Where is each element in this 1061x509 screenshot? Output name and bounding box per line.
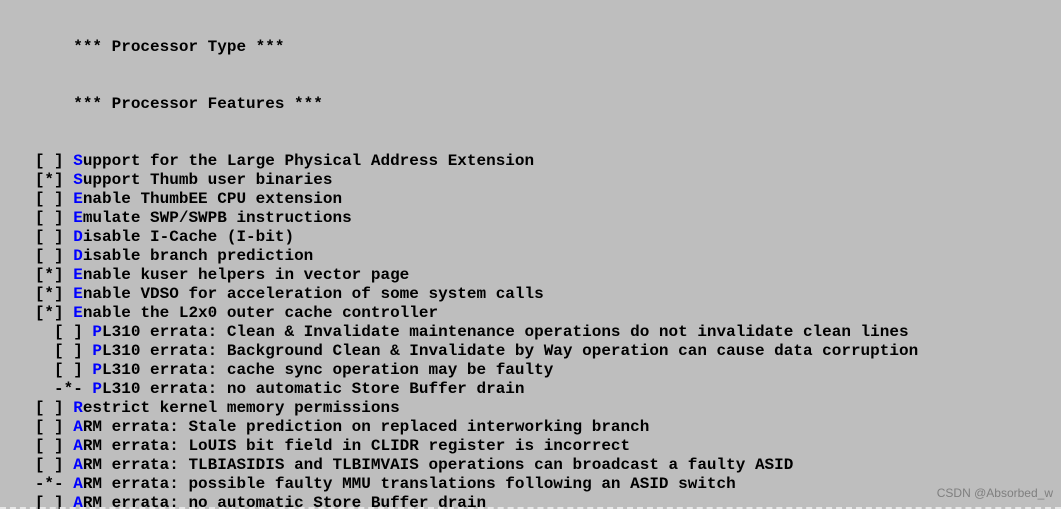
- option-mark[interactable]: [ ]: [54, 342, 92, 360]
- option-hotkey: E: [73, 266, 83, 284]
- config-option[interactable]: -*- ARM errata: possible faulty MMU tran…: [6, 475, 1061, 494]
- option-hotkey: E: [73, 285, 83, 303]
- option-mark[interactable]: -*-: [35, 475, 73, 493]
- option-label: upport Thumb user binaries: [83, 171, 333, 189]
- config-option[interactable]: [ ] Support for the Large Physical Addre…: [6, 152, 1061, 171]
- option-hotkey: A: [73, 456, 83, 474]
- config-option[interactable]: [ ] Disable I-Cache (I-bit): [6, 228, 1061, 247]
- header-processor-features: *** Processor Features ***: [6, 95, 1061, 114]
- option-hotkey: E: [73, 304, 83, 322]
- option-hotkey: A: [73, 437, 83, 455]
- option-label: upport for the Large Physical Address Ex…: [83, 152, 534, 170]
- config-option[interactable]: [ ] PL310 errata: cache sync operation m…: [6, 361, 1061, 380]
- option-hotkey: E: [73, 190, 83, 208]
- option-mark[interactable]: [*]: [35, 285, 73, 303]
- option-mark[interactable]: [*]: [35, 266, 73, 284]
- option-mark[interactable]: [ ]: [35, 247, 73, 265]
- option-mark[interactable]: [ ]: [35, 456, 73, 474]
- option-hotkey: A: [73, 418, 83, 436]
- option-label: nable VDSO for acceleration of some syst…: [83, 285, 544, 303]
- option-hotkey: R: [73, 399, 83, 417]
- option-hotkey: P: [92, 323, 102, 341]
- option-hotkey: P: [92, 342, 102, 360]
- option-label: mulate SWP/SWPB instructions: [83, 209, 352, 227]
- option-mark[interactable]: [*]: [35, 304, 73, 322]
- option-label: L310 errata: no automatic Store Buffer d…: [102, 380, 524, 398]
- config-option-list: [ ] Support for the Large Physical Addre…: [6, 152, 1061, 509]
- config-option[interactable]: [*] Enable kuser helpers in vector page: [6, 266, 1061, 285]
- option-hotkey: A: [73, 475, 83, 493]
- option-hotkey: P: [92, 361, 102, 379]
- option-label: RM errata: Stale prediction on replaced …: [83, 418, 650, 436]
- option-mark[interactable]: [ ]: [35, 152, 73, 170]
- option-label: L310 errata: Background Clean & Invalida…: [102, 342, 918, 360]
- config-option[interactable]: [*] Support Thumb user binaries: [6, 171, 1061, 190]
- option-mark[interactable]: [ ]: [35, 228, 73, 246]
- config-option[interactable]: [ ] Disable branch prediction: [6, 247, 1061, 266]
- option-mark[interactable]: [*]: [35, 171, 73, 189]
- config-option[interactable]: [ ] Emulate SWP/SWPB instructions: [6, 209, 1061, 228]
- config-option[interactable]: -*- PL310 errata: no automatic Store Buf…: [6, 380, 1061, 399]
- option-mark[interactable]: [ ]: [35, 399, 73, 417]
- menuconfig-screen: *** Processor Type *** *** Processor Fea…: [0, 0, 1061, 509]
- option-hotkey: D: [73, 228, 83, 246]
- option-hotkey: D: [73, 247, 83, 265]
- option-hotkey: S: [73, 171, 83, 189]
- config-option[interactable]: [ ] Enable ThumbEE CPU extension: [6, 190, 1061, 209]
- config-option[interactable]: [ ] ARM errata: LoUIS bit field in CLIDR…: [6, 437, 1061, 456]
- header-processor-type: *** Processor Type ***: [6, 38, 1061, 57]
- option-label: estrict kernel memory permissions: [83, 399, 400, 417]
- option-mark[interactable]: [ ]: [54, 323, 92, 341]
- option-label: RM errata: LoUIS bit field in CLIDR regi…: [83, 437, 630, 455]
- option-label: L310 errata: Clean & Invalidate maintena…: [102, 323, 909, 341]
- option-label: nable ThumbEE CPU extension: [83, 190, 342, 208]
- config-option[interactable]: [*] Enable the L2x0 outer cache controll…: [6, 304, 1061, 323]
- option-mark[interactable]: -*-: [54, 380, 92, 398]
- option-hotkey: S: [73, 152, 83, 170]
- config-option[interactable]: [ ] ARM errata: TLBIASIDIS and TLBIMVAIS…: [6, 456, 1061, 475]
- option-label: nable kuser helpers in vector page: [83, 266, 409, 284]
- option-mark[interactable]: [ ]: [54, 361, 92, 379]
- config-option[interactable]: [*] Enable VDSO for acceleration of some…: [6, 285, 1061, 304]
- option-label: RM errata: possible faulty MMU translati…: [83, 475, 736, 493]
- config-option[interactable]: [ ] PL310 errata: Background Clean & Inv…: [6, 342, 1061, 361]
- option-mark[interactable]: [ ]: [35, 437, 73, 455]
- option-hotkey: E: [73, 209, 83, 227]
- config-option[interactable]: [ ] ARM errata: Stale prediction on repl…: [6, 418, 1061, 437]
- option-label: isable branch prediction: [83, 247, 313, 265]
- option-mark[interactable]: [ ]: [35, 209, 73, 227]
- option-label: RM errata: TLBIASIDIS and TLBIMVAIS oper…: [83, 456, 794, 474]
- config-option[interactable]: [ ] PL310 errata: Clean & Invalidate mai…: [6, 323, 1061, 342]
- option-mark[interactable]: [ ]: [35, 418, 73, 436]
- config-option[interactable]: [ ] Restrict kernel memory permissions: [6, 399, 1061, 418]
- option-label: isable I-Cache (I-bit): [83, 228, 294, 246]
- option-label: nable the L2x0 outer cache controller: [83, 304, 438, 322]
- option-mark[interactable]: [ ]: [35, 190, 73, 208]
- option-label: L310 errata: cache sync operation may be…: [102, 361, 553, 379]
- option-hotkey: P: [92, 380, 102, 398]
